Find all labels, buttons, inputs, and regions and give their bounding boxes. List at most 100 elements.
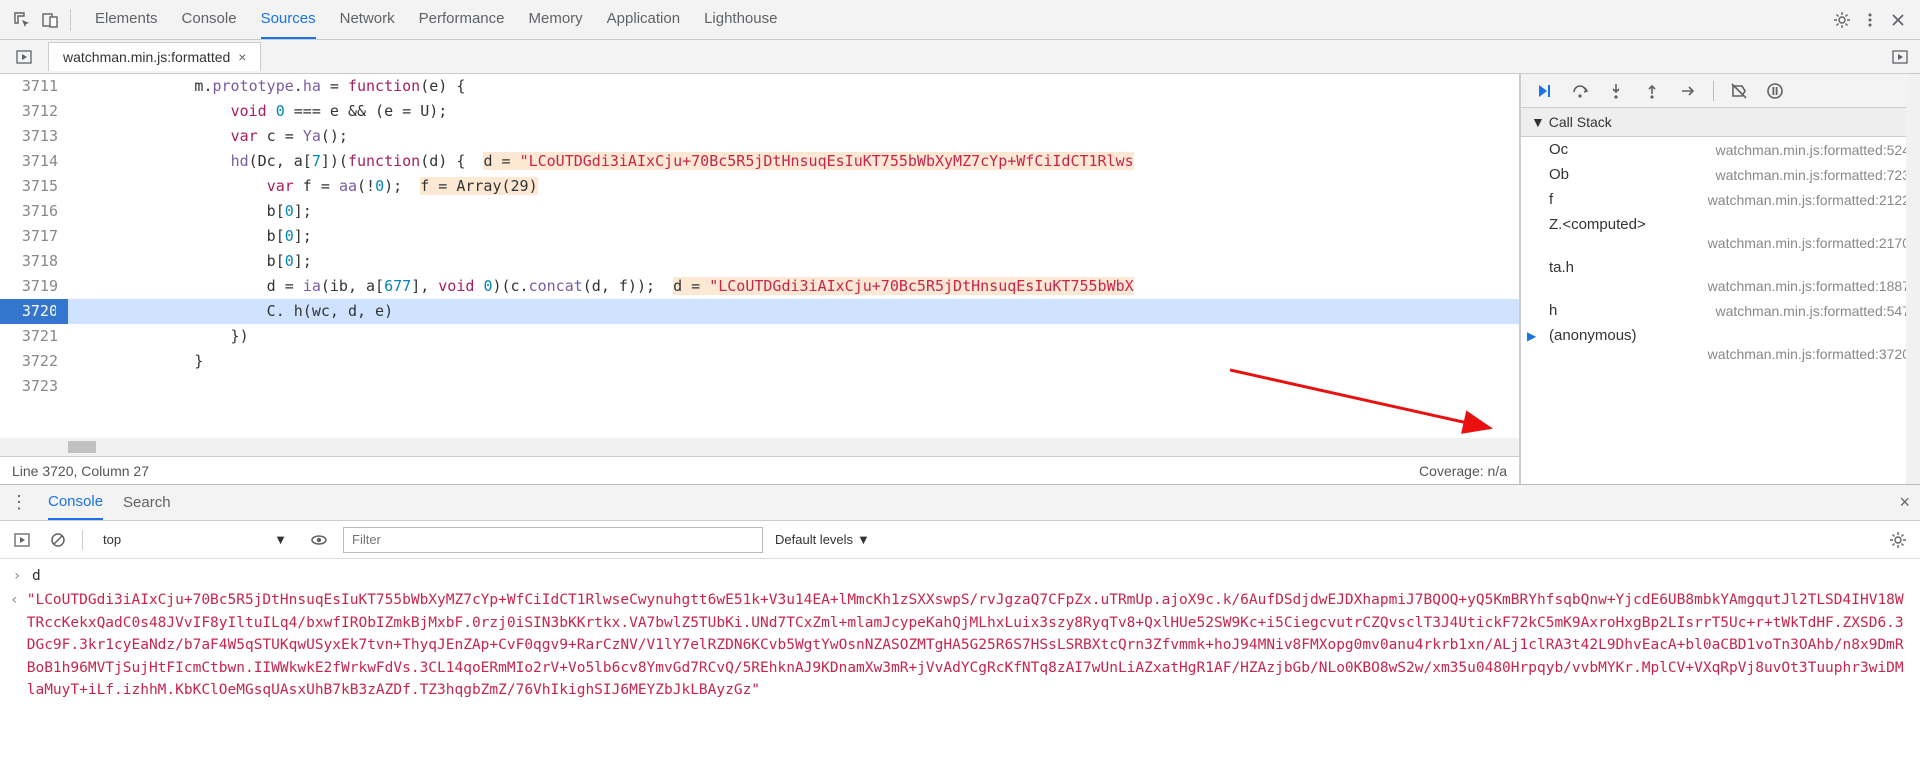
gutter-line-number[interactable]: 3721 bbox=[0, 324, 68, 349]
code-text: } bbox=[68, 349, 1519, 374]
frame-location: watchman.min.js:formatted:1887 bbox=[1549, 278, 1910, 294]
file-tab[interactable]: watchman.min.js:formatted × bbox=[48, 42, 261, 71]
code-text: d = ia(ib, a[677], void 0)(c.concat(d, f… bbox=[68, 274, 1519, 299]
frame-location: watchman.min.js:formatted:2170 bbox=[1549, 235, 1910, 251]
pause-exceptions-icon[interactable] bbox=[1764, 80, 1786, 102]
callstack-frame[interactable]: (anonymous)watchman.min.js:formatted:372… bbox=[1521, 323, 1920, 366]
debug-toolbar bbox=[1521, 74, 1920, 108]
drawer-menu-icon[interactable]: ⋮ bbox=[10, 492, 28, 513]
close-icon[interactable]: × bbox=[238, 49, 246, 65]
code-line[interactable]: 3721 }) bbox=[0, 324, 1519, 349]
status-bar: Line 3720, Column 27 Coverage: n/a bbox=[0, 456, 1519, 484]
code-text: }) bbox=[68, 324, 1519, 349]
step-icon[interactable] bbox=[1677, 80, 1699, 102]
tab-performance[interactable]: Performance bbox=[419, 0, 505, 39]
frame-name: Oc bbox=[1549, 141, 1568, 158]
scrollbar-thumb[interactable] bbox=[68, 441, 96, 453]
close-devtools-icon[interactable] bbox=[1884, 6, 1912, 34]
code-text: b[0]; bbox=[68, 199, 1519, 224]
frame-location: watchman.min.js:formatted:547 bbox=[1715, 303, 1910, 319]
callstack-frame[interactable]: Z.<computed> watchman.min.js:formatted:21… bbox=[1521, 212, 1920, 255]
settings-icon[interactable] bbox=[1828, 6, 1856, 34]
input-arrow-icon: › bbox=[10, 565, 24, 587]
console-toolbar: top▼ Default levels ▼ bbox=[0, 521, 1920, 559]
drawer-tab-console[interactable]: Console bbox=[48, 485, 103, 520]
callstack-frame[interactable]: fwatchman.min.js:formatted:2122 bbox=[1521, 187, 1920, 212]
tab-console[interactable]: Console bbox=[182, 0, 237, 39]
frame-name: Z.<computed> bbox=[1549, 216, 1910, 233]
clear-console-icon[interactable] bbox=[46, 528, 70, 552]
tab-elements[interactable]: Elements bbox=[95, 0, 158, 39]
tab-network[interactable]: Network bbox=[340, 0, 395, 39]
tab-application[interactable]: Application bbox=[607, 0, 680, 39]
vertical-scrollbar[interactable] bbox=[1906, 74, 1920, 484]
code-editor[interactable]: 3711 m.prototype.ha = function(e) {3712 … bbox=[0, 74, 1519, 438]
code-line[interactable]: 3712 void 0 === e && (e = U); bbox=[0, 99, 1519, 124]
code-text: void 0 === e && (e = U); bbox=[68, 99, 1519, 124]
resume-icon[interactable] bbox=[1533, 80, 1555, 102]
step-out-icon[interactable] bbox=[1641, 80, 1663, 102]
code-line[interactable]: 3720 C. h(wc, d, e) bbox=[0, 299, 1519, 324]
callstack-frame[interactable]: Ocwatchman.min.js:formatted:524 bbox=[1521, 137, 1920, 162]
callstack-list: Ocwatchman.min.js:formatted:524Obwatchma… bbox=[1521, 137, 1920, 484]
navigator-toggle-icon[interactable] bbox=[12, 45, 36, 69]
callstack-frame[interactable]: hwatchman.min.js:formatted:547 bbox=[1521, 298, 1920, 323]
gutter-line-number[interactable]: 3723 bbox=[0, 374, 68, 399]
gutter-line-number[interactable]: 3714 bbox=[0, 149, 68, 174]
code-line[interactable]: 3717 b[0]; bbox=[0, 224, 1519, 249]
drawer-tab-search[interactable]: Search bbox=[123, 486, 171, 519]
code-line[interactable]: 3715 var f = aa(!0); f = Array(29) bbox=[0, 174, 1519, 199]
code-line[interactable]: 3714 hd(Dc, a[7])(function(d) { d = "LCo… bbox=[0, 149, 1519, 174]
close-drawer-icon[interactable]: × bbox=[1899, 492, 1910, 513]
code-line[interactable]: 3711 m.prototype.ha = function(e) { bbox=[0, 74, 1519, 99]
filter-input[interactable] bbox=[343, 527, 763, 553]
gutter-line-number[interactable]: 3720 bbox=[0, 299, 68, 324]
horizontal-scrollbar[interactable] bbox=[0, 438, 1519, 456]
code-line[interactable]: 3716 b[0]; bbox=[0, 199, 1519, 224]
console-sidebar-icon[interactable] bbox=[10, 528, 34, 552]
callstack-frame[interactable]: Obwatchman.min.js:formatted:723 bbox=[1521, 162, 1920, 187]
step-into-icon[interactable] bbox=[1605, 80, 1627, 102]
code-text: hd(Dc, a[7])(function(d) { d = "LCoUTDGd… bbox=[68, 149, 1519, 174]
code-line[interactable]: 3713 var c = Ya(); bbox=[0, 124, 1519, 149]
step-over-icon[interactable] bbox=[1569, 80, 1591, 102]
file-tab-name: watchman.min.js:formatted bbox=[63, 49, 230, 65]
tab-memory[interactable]: Memory bbox=[529, 0, 583, 39]
gutter-line-number[interactable]: 3719 bbox=[0, 274, 68, 299]
gutter-line-number[interactable]: 3712 bbox=[0, 99, 68, 124]
gutter-line-number[interactable]: 3722 bbox=[0, 349, 68, 374]
console-settings-icon[interactable] bbox=[1886, 528, 1910, 552]
tab-lighthouse[interactable]: Lighthouse bbox=[704, 0, 777, 39]
tab-sources[interactable]: Sources bbox=[261, 0, 316, 39]
callstack-header[interactable]: ▼ Call Stack bbox=[1521, 108, 1920, 137]
run-snippet-icon[interactable] bbox=[1888, 45, 1912, 69]
frame-name: Ob bbox=[1549, 166, 1569, 183]
more-icon[interactable] bbox=[1856, 6, 1884, 34]
deactivate-breakpoints-icon[interactable] bbox=[1728, 80, 1750, 102]
code-line[interactable]: 3723 bbox=[0, 374, 1519, 399]
console-output-row: ‹ "LCoUTDGdi3iAIxCju+70Bc5R5jDtHnsuqEsIu… bbox=[10, 589, 1910, 701]
console-body[interactable]: › d ‹ "LCoUTDGdi3iAIxCju+70Bc5R5jDtHnsuq… bbox=[0, 559, 1920, 778]
code-line[interactable]: 3722 } bbox=[0, 349, 1519, 374]
gutter-line-number[interactable]: 3718 bbox=[0, 249, 68, 274]
gutter-line-number[interactable]: 3713 bbox=[0, 124, 68, 149]
gutter-line-number[interactable]: 3716 bbox=[0, 199, 68, 224]
live-expression-icon[interactable] bbox=[307, 528, 331, 552]
gutter-line-number[interactable]: 3717 bbox=[0, 224, 68, 249]
drawer-tabs: ⋮ Console Search × bbox=[0, 485, 1920, 521]
device-toggle-icon[interactable] bbox=[36, 6, 64, 34]
code-line[interactable]: 3718 b[0]; bbox=[0, 249, 1519, 274]
panel-tabs: Elements Console Sources Network Perform… bbox=[95, 0, 777, 39]
separator bbox=[82, 530, 83, 550]
code-text: b[0]; bbox=[68, 249, 1519, 274]
callstack-frame[interactable]: ta.hwatchman.min.js:formatted:1887 bbox=[1521, 255, 1920, 298]
chevron-down-icon: ▼ bbox=[274, 532, 287, 547]
code-text: var f = aa(!0); f = Array(29) bbox=[68, 174, 1519, 199]
gutter-line-number[interactable]: 3711 bbox=[0, 74, 68, 99]
gutter-line-number[interactable]: 3715 bbox=[0, 174, 68, 199]
inspect-element-icon[interactable] bbox=[8, 6, 36, 34]
context-selector[interactable]: top▼ bbox=[95, 532, 295, 547]
code-line[interactable]: 3719 d = ia(ib, a[677], void 0)(c.concat… bbox=[0, 274, 1519, 299]
code-panel: 3711 m.prototype.ha = function(e) {3712 … bbox=[0, 74, 1520, 484]
log-levels-selector[interactable]: Default levels ▼ bbox=[775, 532, 870, 547]
